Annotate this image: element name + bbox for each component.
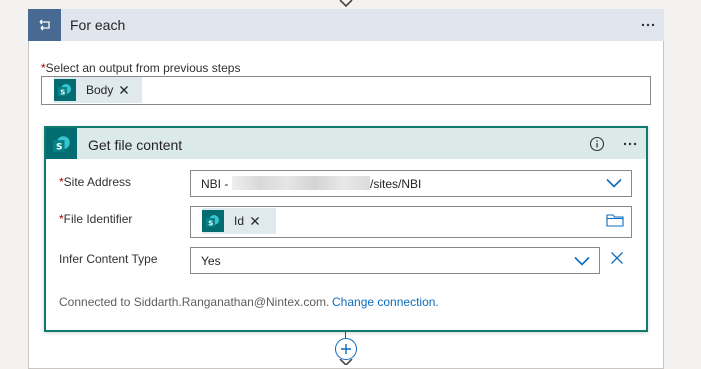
action-more-options-button[interactable]: [619, 135, 641, 153]
site-address-label: *Site Address: [59, 175, 131, 189]
svg-text:S: S: [60, 88, 65, 96]
body-token-label: Body: [86, 83, 114, 97]
infer-content-type-value: Yes: [201, 254, 221, 268]
for-each-more-options-button[interactable]: [637, 16, 659, 34]
more-options-icon: [641, 23, 655, 27]
select-output-label: *Select an output from previous steps: [41, 61, 240, 75]
get-file-content-title: Get file content: [88, 137, 183, 153]
svg-text:S: S: [208, 219, 213, 227]
chevron-down-icon[interactable]: [574, 256, 590, 266]
chevron-down-icon[interactable]: [606, 178, 622, 188]
clear-icon[interactable]: [610, 251, 624, 265]
add-step-button[interactable]: [335, 338, 357, 360]
file-picker-icon[interactable]: [606, 213, 624, 227]
sharepoint-icon: S: [202, 210, 224, 232]
redacted-region: [232, 176, 370, 190]
id-token[interactable]: S Id: [202, 208, 276, 234]
connector-arrow-icon: [337, 0, 355, 9]
svg-text:S: S: [55, 142, 61, 152]
sharepoint-icon: S: [46, 128, 77, 159]
add-step-icon: [340, 343, 352, 355]
remove-token-icon[interactable]: [250, 216, 260, 226]
loop-icon: [28, 9, 61, 41]
info-icon[interactable]: [589, 136, 605, 152]
file-identifier-label-text: File Identifier: [63, 212, 133, 226]
connector-arrow-icon: [337, 359, 355, 365]
for-each-title: For each: [70, 17, 126, 33]
infer-content-type-dropdown[interactable]: [190, 247, 600, 274]
id-token-label: Id: [234, 214, 245, 228]
sharepoint-icon: S: [54, 79, 76, 101]
select-output-label-text: Select an output from previous steps: [45, 61, 241, 75]
file-identifier-label: *File Identifier: [59, 212, 132, 226]
site-address-label-text: Site Address: [63, 175, 132, 189]
site-address-value-suffix: /sites/NBI: [370, 177, 422, 191]
more-options-icon: [623, 142, 637, 146]
body-token[interactable]: S Body: [54, 77, 142, 103]
connection-text: Connected to Siddarth.Ranganathan@Nintex…: [59, 295, 330, 309]
site-address-value-prefix: NBI -: [201, 177, 229, 191]
infer-content-type-label: Infer Content Type: [59, 252, 158, 266]
change-connection-link[interactable]: Change connection.: [332, 295, 439, 309]
remove-token-icon[interactable]: [119, 85, 129, 95]
